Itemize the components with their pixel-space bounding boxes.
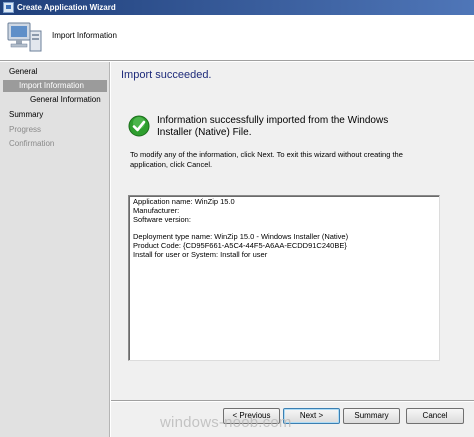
nav-step-confirmation: Confirmation <box>9 139 55 148</box>
nav-step-general: General <box>9 67 38 76</box>
instructions-text: To modify any of the information, click … <box>130 150 450 169</box>
wizard-steps-sidebar: General Import Information General Infor… <box>0 62 110 437</box>
detail-software-version: Software version: <box>133 214 191 224</box>
status-title: Import succeeded. <box>121 69 212 81</box>
summary-button[interactable]: Summary <box>343 408 400 424</box>
wizard-icon <box>3 2 14 13</box>
window-title: Create Application Wizard <box>17 3 116 12</box>
main-panel: Import succeeded. Information successful… <box>111 62 474 437</box>
success-line-2: Installer (Native) File. <box>157 127 252 138</box>
details-box[interactable]: Application name: WinZip 15.0 Manufactur… <box>128 195 440 361</box>
computer-icon <box>7 22 42 52</box>
instructions-line-1: To modify any of the information, click … <box>130 150 403 159</box>
nav-step-summary: Summary <box>9 110 44 119</box>
green-check-icon <box>128 115 150 137</box>
detail-install-for: Install for user or System: Install for … <box>133 249 268 259</box>
nav-step-progress: Progress <box>9 125 42 134</box>
button-bar-divider <box>111 400 474 402</box>
nav-step-import-information: Import Information <box>3 80 107 92</box>
title-bar: Create Application Wizard <box>0 0 474 15</box>
watermark: windows-noob.com <box>160 414 292 431</box>
header-title: Import Information <box>52 31 117 40</box>
success-message: Information successfully imported from t… <box>157 115 447 139</box>
nav-step-general-information: General Information <box>30 95 101 104</box>
success-line-1: Information successfully imported from t… <box>157 115 389 126</box>
wizard-header: Import Information <box>0 15 474 61</box>
cancel-button[interactable]: Cancel <box>406 408 464 424</box>
instructions-line-2: application, click Cancel. <box>130 159 213 169</box>
